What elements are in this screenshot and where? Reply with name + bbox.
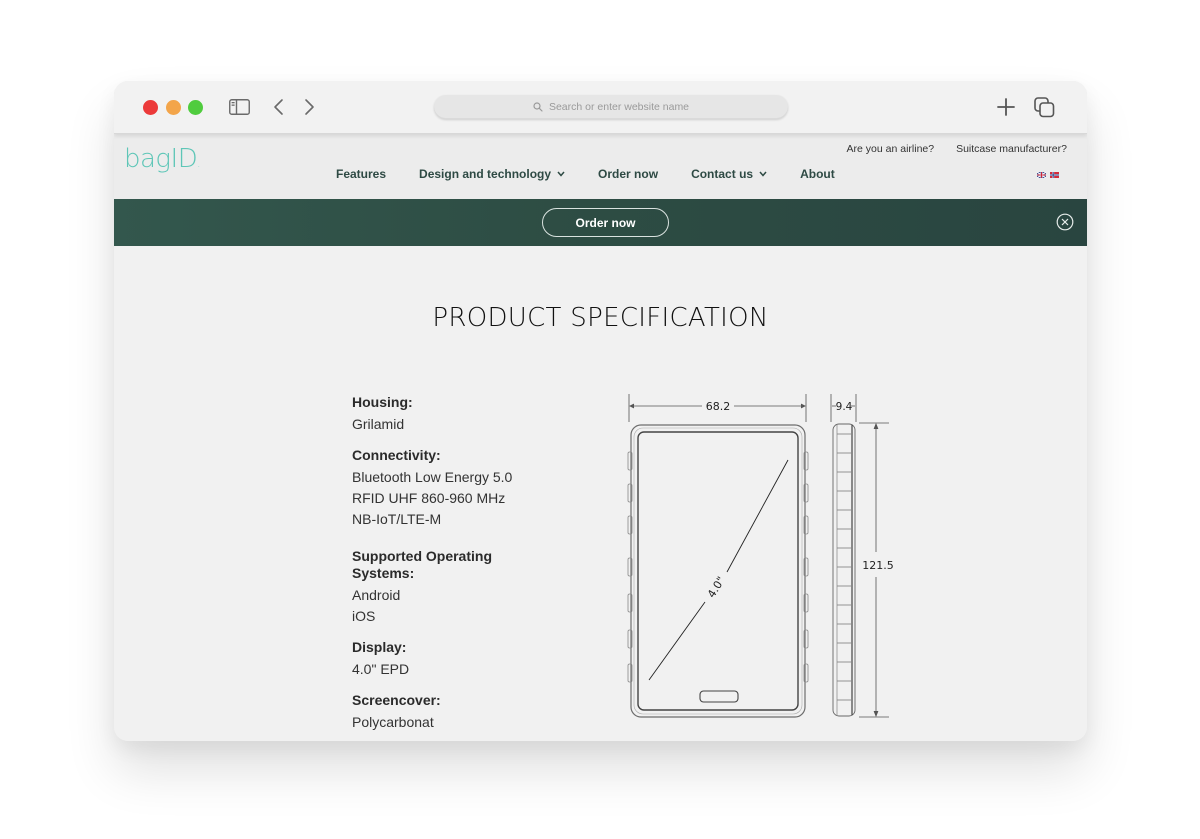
spec-value: iOS: [352, 608, 376, 624]
nav-label: About: [800, 167, 835, 181]
home-button-outline: [699, 690, 739, 703]
norway-flag-icon[interactable]: [1050, 172, 1059, 178]
maximize-window-button[interactable]: [188, 100, 203, 115]
browser-toolbar: Search or enter website name: [114, 81, 1087, 134]
spec-value: Polycarbonat: [352, 714, 434, 730]
chevron-down-icon: [557, 171, 565, 177]
address-bar[interactable]: Search or enter website name: [434, 95, 788, 119]
page-title: PRODUCT SPECIFICATION: [432, 303, 769, 333]
page-content: PRODUCT SPECIFICATION Housing: Grilamid …: [114, 246, 1087, 741]
spec-connectivity: Connectivity: Bluetooth Low Energy 5.0 R…: [352, 447, 552, 530]
spec-value: 4.0" EPD: [352, 661, 410, 677]
search-icon: [533, 102, 543, 112]
nav-label: Features: [336, 167, 387, 181]
device-technical-drawing: 68.2 9.4 121.5 4.0": [627, 394, 894, 718]
nav-label: Design and technology: [419, 167, 552, 181]
site-header: bagID. Are you an airline? Suitcase manu…: [114, 134, 1087, 200]
logo-text: bagID: [124, 144, 198, 174]
spec-value: Grilamid: [352, 416, 405, 432]
nav-item-design-technology[interactable]: Design and technology: [419, 167, 565, 181]
main-nav: Features Design and technology Order now…: [336, 167, 868, 181]
top-links: Are you an airline? Suitcase manufacture…: [847, 143, 1067, 155]
banner-order-now-button[interactable]: Order now: [542, 208, 669, 237]
device-front-view: [627, 424, 809, 718]
logo-mark: .: [197, 159, 200, 170]
nav-label: Contact us: [691, 167, 754, 181]
chevron-down-icon: [759, 171, 767, 177]
airline-link[interactable]: Are you an airline?: [847, 143, 935, 155]
spec-list: Housing: Grilamid Connectivity: Bluetoot…: [352, 394, 552, 741]
spec-value: Android: [352, 587, 401, 603]
forward-arrow-icon[interactable]: [302, 98, 316, 116]
spec-value: RFID UHF 860-960 MHz: [352, 490, 506, 506]
address-placeholder: Search or enter website name: [548, 101, 690, 113]
spec-label: Housing:: [352, 394, 413, 410]
nav-item-contact-us[interactable]: Contact us: [691, 167, 767, 181]
depth-dimension-label: 9.4: [836, 401, 853, 413]
spec-label: Display:: [352, 639, 407, 655]
device-side-view: [832, 423, 856, 717]
spec-value: NB-IoT/LTE-M: [352, 511, 442, 527]
back-arrow-icon[interactable]: [272, 98, 286, 116]
spec-label: Connectivity:: [352, 447, 441, 463]
browser-window: Search or enter website name bagID. Are …: [114, 81, 1087, 741]
bagid-logo[interactable]: bagID.: [124, 144, 200, 174]
nav-label: Order now: [598, 167, 659, 181]
nav-item-features[interactable]: Features: [336, 167, 386, 181]
spec-label: Supported Operating Systems:: [352, 548, 492, 581]
uk-flag-icon[interactable]: [1037, 172, 1046, 178]
nav-item-about[interactable]: About: [800, 167, 835, 181]
sidebar-toggle-icon[interactable]: [229, 99, 250, 115]
spec-housing: Housing: Grilamid: [352, 394, 552, 435]
language-switcher: [1037, 172, 1059, 178]
close-window-button[interactable]: [143, 100, 158, 115]
minimize-window-button[interactable]: [166, 100, 181, 115]
promo-banner: Order now: [114, 199, 1087, 246]
height-dimension-label: 121.5: [862, 559, 894, 572]
nav-item-order-now[interactable]: Order now: [598, 167, 658, 181]
spec-screencover: Screencover: Polycarbonat: [352, 692, 552, 733]
close-icon[interactable]: [1056, 213, 1074, 231]
diagonal-dimension-label: 4.0": [705, 574, 728, 600]
tab-overview-icon[interactable]: [1034, 97, 1055, 118]
spec-operating-systems: Supported Operating Systems: Android iOS: [352, 548, 552, 627]
width-dimension-label: 68.2: [706, 400, 731, 413]
spec-label: Screencover:: [352, 692, 441, 708]
spec-display: Display: 4.0" EPD: [352, 639, 552, 680]
manufacturer-link[interactable]: Suitcase manufacturer?: [956, 143, 1067, 155]
spec-value: Bluetooth Low Energy 5.0: [352, 469, 513, 485]
new-tab-plus-icon[interactable]: [996, 97, 1016, 117]
